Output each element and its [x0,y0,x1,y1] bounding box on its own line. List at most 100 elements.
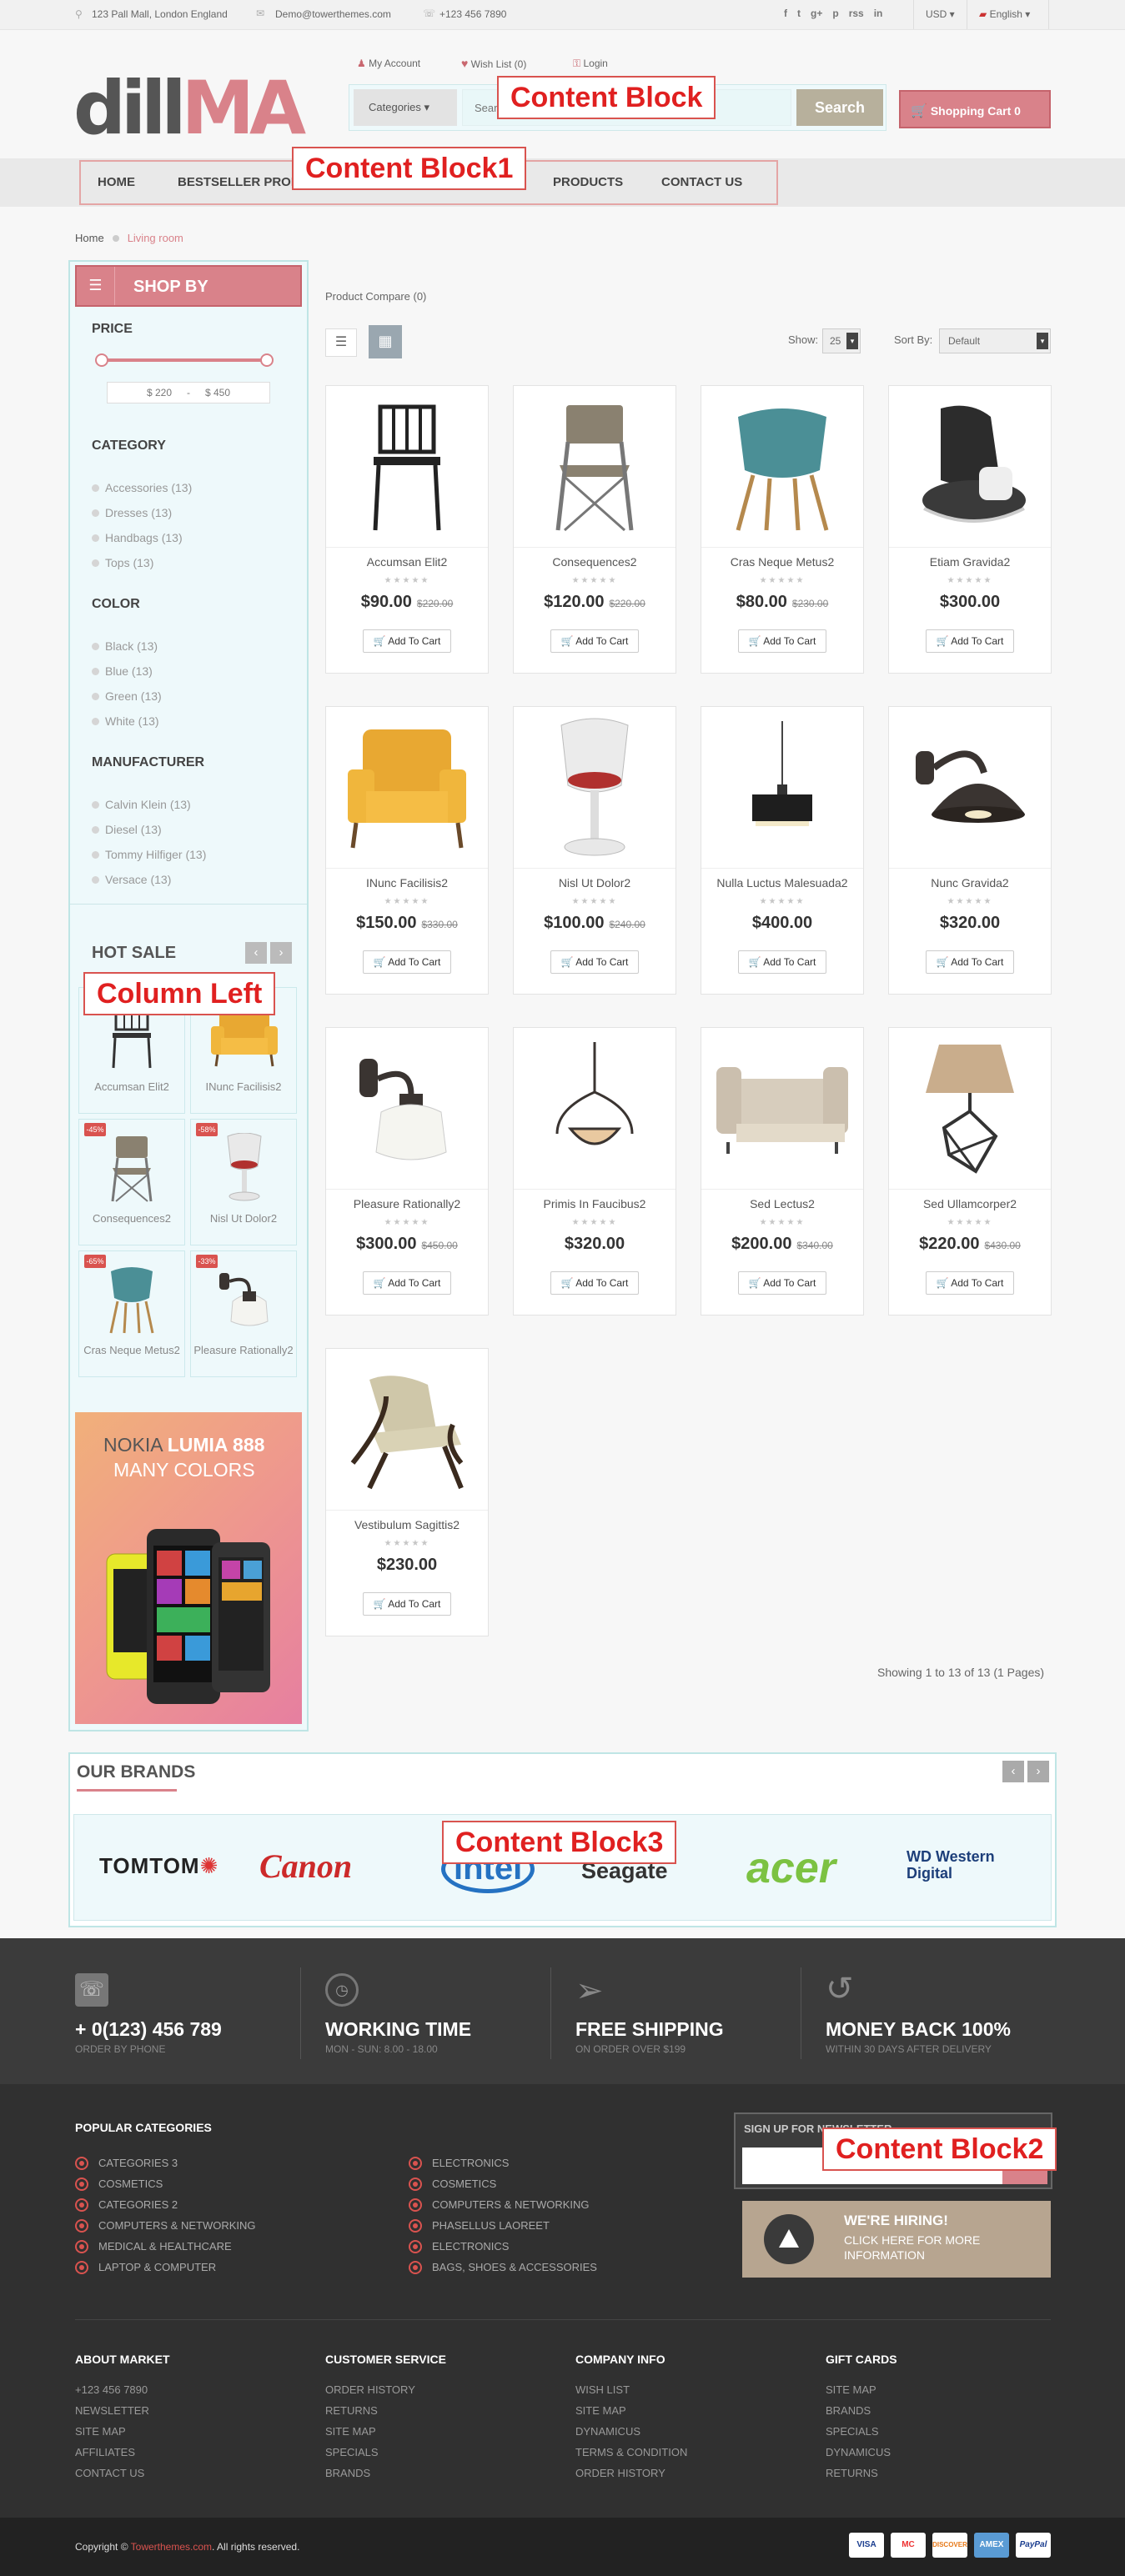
hot-sale-item[interactable]: -33% Pleasure Rationally2 [190,1250,297,1377]
brand-logo-tomtom[interactable]: TOMTOM✺ [99,1853,218,1879]
popular-category-link[interactable]: PHASELLUS LAOREET [409,2215,597,2236]
search-button[interactable]: Search [796,89,883,126]
manufacturer-item[interactable]: Tommy Hilfiger (13) [92,842,206,867]
product-name[interactable]: Pleasure Rationally2 [326,1197,488,1210]
category-item[interactable]: Tops (13) [92,550,192,575]
promo-banner[interactable]: NOKIA LUMIA 888 MANY COLORS [75,1412,302,1724]
product-card[interactable]: Nulla Luctus Malesuada2 ★★★★★ $400.00 🛒 Add… [701,706,864,995]
product-card[interactable]: INunc Facilisis2 ★★★★★ $150.00 $330.00 🛒 Add… [325,706,489,995]
nav-contact[interactable]: CONTACT US [661,175,742,189]
price-slider-max-handle[interactable] [260,353,274,367]
product-name[interactable]: Consequences2 [514,555,676,569]
popular-category-link[interactable]: COSMETICS [409,2173,597,2194]
product-image[interactable] [889,707,1051,869]
product-image[interactable] [701,386,863,548]
rss-icon[interactable]: rss [849,8,864,19]
brands-next-button[interactable]: › [1027,1761,1049,1782]
product-name[interactable]: Etiam Gravida2 [889,555,1051,569]
hot-sale-item[interactable]: -65% Cras Neque Metus2 [78,1250,185,1377]
product-image[interactable] [701,707,863,869]
language-dropdown[interactable]: ▰ English ▾ [967,0,1049,29]
popular-category-link[interactable]: ELECTRONICS [409,2236,597,2257]
color-item[interactable]: Black (13) [92,634,162,659]
add-to-cart-button[interactable]: 🛒 Add To Cart [738,950,826,974]
product-card[interactable]: Etiam Gravida2 ★★★★★ $300.00 🛒 Add To Cart [888,385,1052,674]
brand-logo-wd[interactable]: WD Western Digital [907,1848,1040,1888]
add-to-cart-button[interactable]: 🛒 Add To Cart [926,1271,1014,1295]
product-card[interactable]: Vestibulum Sagittis2 ★★★★★ $230.00 🛒 Add To… [325,1348,489,1636]
add-to-cart-button[interactable]: 🛒 Add To Cart [738,1271,826,1295]
shopping-cart-button[interactable]: 🛒 Shopping Cart 0 [899,90,1051,128]
add-to-cart-button[interactable]: 🛒 Add To Cart [363,950,451,974]
login-link[interactable]: ⚿ Login [573,58,608,70]
product-name[interactable]: Nunc Gravida2 [889,876,1051,890]
footer-link[interactable]: ORDER HISTORY [325,2379,446,2400]
topbar-email[interactable]: Demo@towerthemes.com [275,8,391,20]
product-name[interactable]: Nulla Luctus Malesuada2 [701,876,863,890]
color-item[interactable]: Green (13) [92,684,162,709]
nav-products[interactable]: PRODUCTS [553,175,623,189]
product-card[interactable]: Pleasure Rationally2 ★★★★★ $300.00 $450.00 🛒… [325,1027,489,1316]
add-to-cart-button[interactable]: 🛒 Add To Cart [926,629,1014,653]
footer-link[interactable]: SITE MAP [826,2379,897,2400]
product-image[interactable] [514,1028,676,1190]
brand-logo-acer[interactable]: acer [746,1843,836,1893]
product-name[interactable]: INunc Facilisis2 [326,876,488,890]
product-name[interactable]: Accumsan Elit2 [326,555,488,569]
footer-link[interactable]: BRANDS [325,2463,446,2483]
product-name[interactable]: Sed Lectus2 [701,1197,863,1210]
add-to-cart-button[interactable]: 🛒 Add To Cart [550,629,639,653]
add-to-cart-button[interactable]: 🛒 Add To Cart [550,950,639,974]
popular-category-link[interactable]: CATEGORIES 2 [75,2194,256,2215]
footer-link[interactable]: CONTACT US [75,2463,170,2483]
color-item[interactable]: White (13) [92,709,162,734]
brand-logo-canon[interactable]: Canon [259,1847,352,1886]
footer-link[interactable]: DYNAMICUS [826,2442,897,2463]
wish-list-link[interactable]: ♥ Wish List (0) [461,57,526,70]
twitter-icon[interactable]: t [797,8,801,19]
product-name[interactable]: Cras Neque Metus2 [701,555,863,569]
product-card[interactable]: Cras Neque Metus2 ★★★★★ $80.00 $230.00 🛒 Add… [701,385,864,674]
product-image[interactable] [514,386,676,548]
product-image[interactable] [889,386,1051,548]
product-image[interactable] [326,1028,488,1190]
product-compare-link[interactable]: Product Compare (0) [325,290,426,303]
show-select[interactable]: 25 ▾ [822,328,861,353]
product-image[interactable] [326,707,488,869]
product-image[interactable] [701,1028,863,1190]
categories-dropdown[interactable]: Categories ▾ [354,89,457,126]
popular-category-link[interactable]: ELECTRONICS [409,2153,597,2173]
product-card[interactable]: Consequences2 ★★★★★ $120.00 $220.00 🛒 Add To… [513,385,676,674]
price-slider-min-handle[interactable] [95,353,108,367]
product-card[interactable]: Nisl Ut Dolor2 ★★★★★ $100.00 $240.00 🛒 Add T… [513,706,676,995]
add-to-cart-button[interactable]: 🛒 Add To Cart [363,1271,451,1295]
footer-link[interactable]: RETURNS [325,2400,446,2421]
add-to-cart-button[interactable]: 🛒 Add To Cart [363,629,451,653]
category-item[interactable]: Accessories (13) [92,475,192,500]
footer-link[interactable]: SITE MAP [575,2400,687,2421]
manufacturer-item[interactable]: Versace (13) [92,867,206,892]
footer-link[interactable]: ORDER HISTORY [575,2463,687,2483]
product-card[interactable]: Sed Ullamcorper2 ★★★★★ $220.00 $430.00 🛒 Add… [888,1027,1052,1316]
manufacturer-item[interactable]: Diesel (13) [92,817,206,842]
product-image[interactable] [326,386,488,548]
popular-category-link[interactable]: MEDICAL & HEALTHCARE [75,2236,256,2257]
manufacturer-item[interactable]: Calvin Klein (13) [92,792,206,817]
popular-category-link[interactable]: COMPUTERS & NETWORKING [409,2194,597,2215]
pinterest-icon[interactable]: p [832,8,838,19]
facebook-icon[interactable]: f [784,8,787,19]
currency-dropdown[interactable]: USD ▾ [913,0,967,29]
hot-sale-item[interactable]: -58% Nisl Ut Dolor2 [190,1119,297,1245]
product-card[interactable]: Sed Lectus2 ★★★★★ $200.00 $340.00 🛒 Add To C… [701,1027,864,1316]
copyright-link[interactable]: Towerthemes.com [131,2541,212,2553]
footer-link[interactable]: SITE MAP [325,2421,446,2442]
add-to-cart-button[interactable]: 🛒 Add To Cart [550,1271,639,1295]
sort-select[interactable]: Default ▾ [939,328,1051,353]
popular-category-link[interactable]: BAGS, SHOES & ACCESSORIES [409,2257,597,2278]
product-image[interactable] [326,1349,488,1511]
product-name[interactable]: Sed Ullamcorper2 [889,1197,1051,1210]
product-card[interactable]: Primis In Faucibus2 ★★★★★ $320.00 🛒 Add To … [513,1027,676,1316]
footer-link[interactable]: RETURNS [826,2463,897,2483]
footer-link[interactable]: WISH LIST [575,2379,687,2400]
product-card[interactable]: Accumsan Elit2 ★★★★★ $90.00 $220.00 🛒 Add To… [325,385,489,674]
